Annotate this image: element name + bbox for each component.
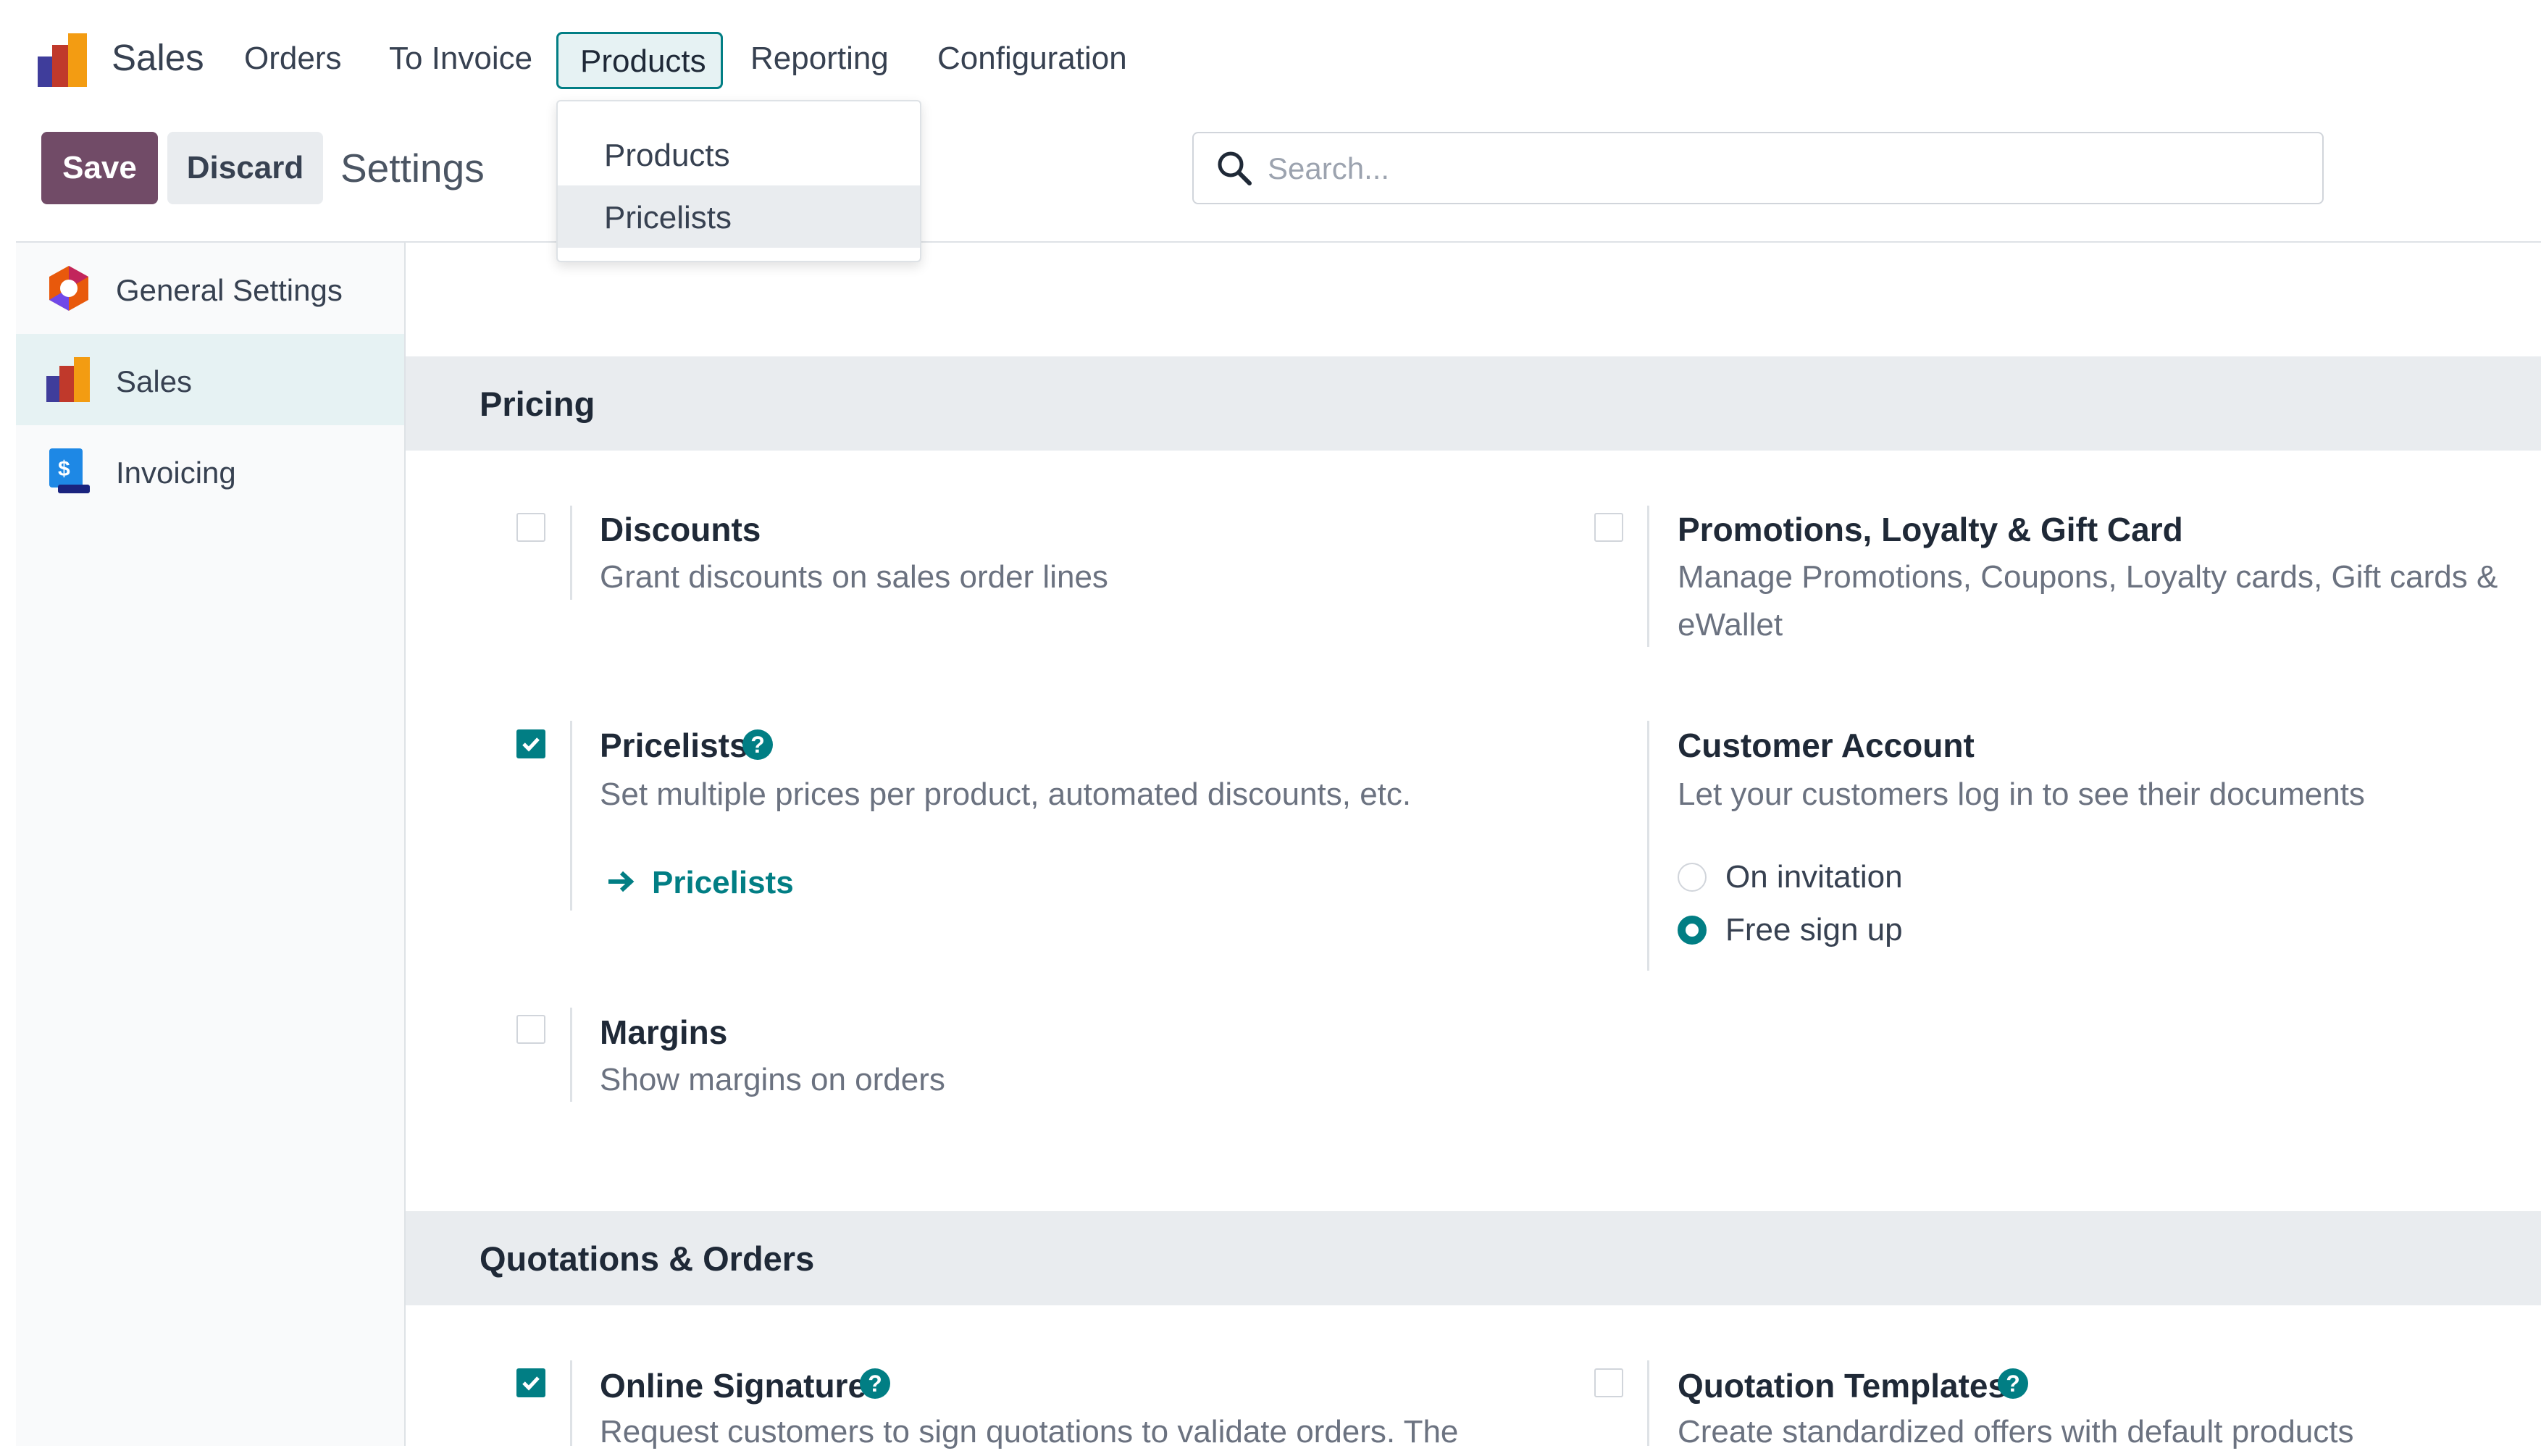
products-dropdown-menu: Products Pricelists bbox=[556, 100, 921, 262]
promotions-checkbox[interactable] bbox=[1594, 513, 1623, 542]
setting-divider bbox=[570, 1360, 572, 1446]
menu-item-products-label: Products bbox=[604, 138, 730, 173]
setting-divider bbox=[1647, 1360, 1649, 1446]
search-bar[interactable] bbox=[1192, 132, 2324, 204]
sales-app-logo[interactable] bbox=[36, 32, 93, 88]
setting-divider bbox=[1647, 721, 1649, 971]
menu-item-products[interactable]: Products bbox=[558, 123, 920, 185]
setting-divider bbox=[1647, 506, 1649, 647]
sidebar-item-label: Sales bbox=[116, 364, 193, 398]
setting-desc-pricelists: Set multiple prices per product, automat… bbox=[600, 777, 1412, 812]
radio-label-on-invitation: On invitation bbox=[1725, 859, 1903, 895]
margins-checkbox[interactable] bbox=[516, 1015, 545, 1044]
setting-desc-promotions-line1: Manage Promotions, Coupons, Loyalty card… bbox=[1678, 559, 2498, 595]
sales-app-icon bbox=[43, 354, 94, 405]
arrow-right-icon bbox=[606, 866, 636, 900]
setting-title-online-signature: Online Signature bbox=[600, 1367, 867, 1405]
sidebar-item-general-settings[interactable]: General Settings bbox=[16, 243, 404, 334]
radio-free-sign-up[interactable] bbox=[1678, 916, 1707, 945]
section-header-quotations-orders: Quotations & Orders bbox=[406, 1211, 2541, 1305]
sidebar-item-label: Invoicing bbox=[116, 456, 236, 490]
search-input[interactable] bbox=[1266, 146, 2283, 191]
nav-to-invoice[interactable]: To Invoice bbox=[389, 41, 532, 77]
page-title: Settings bbox=[340, 146, 485, 191]
nav-products-label: Products bbox=[580, 43, 706, 79]
invoicing-app-icon: $ bbox=[43, 445, 94, 496]
setting-desc-margins: Show margins on orders bbox=[600, 1062, 945, 1097]
help-icon[interactable]: ? bbox=[1998, 1368, 2028, 1399]
svg-text:$: $ bbox=[58, 457, 70, 481]
setting-divider bbox=[570, 1008, 572, 1102]
sidebar-item-sales[interactable]: Sales bbox=[16, 334, 404, 425]
setting-divider bbox=[570, 721, 572, 911]
section-header-pricing: Pricing bbox=[406, 356, 2541, 451]
settings-sidebar: General Settings Sales $ Invoicing bbox=[16, 243, 406, 1446]
quotation-templates-checkbox[interactable] bbox=[1594, 1368, 1623, 1397]
pricelists-checkbox[interactable] bbox=[516, 729, 545, 758]
sidebar-item-label: General Settings bbox=[116, 273, 343, 307]
setting-title-promotions: Promotions, Loyalty & Gift Card bbox=[1678, 511, 2183, 548]
setting-desc-quotation-templates: Create standardized offers with default … bbox=[1678, 1414, 2354, 1449]
section-title: Pricing bbox=[480, 385, 595, 423]
nav-products[interactable]: Products bbox=[556, 32, 723, 89]
setting-title-pricelists: Pricelists bbox=[600, 727, 748, 764]
help-icon[interactable]: ? bbox=[742, 729, 773, 760]
online-signature-checkbox[interactable] bbox=[516, 1368, 545, 1397]
sidebar-item-invoicing[interactable]: $ Invoicing bbox=[16, 425, 404, 516]
general-settings-icon bbox=[43, 263, 94, 314]
app-name[interactable]: Sales bbox=[112, 36, 204, 79]
setting-title-quotation-templates: Quotation Templates bbox=[1678, 1367, 2007, 1405]
setting-divider bbox=[570, 506, 572, 600]
nav-configuration[interactable]: Configuration bbox=[937, 41, 1127, 77]
menu-item-pricelists-label: Pricelists bbox=[604, 200, 732, 235]
menu-item-pricelists[interactable]: Pricelists bbox=[558, 185, 920, 248]
setting-title-discounts: Discounts bbox=[600, 511, 761, 548]
nav-orders[interactable]: Orders bbox=[244, 41, 341, 77]
setting-desc-discounts: Grant discounts on sales order lines bbox=[600, 559, 1108, 595]
setting-desc-online-signature: Request customers to sign quotations to … bbox=[600, 1414, 1459, 1449]
nav-reporting[interactable]: Reporting bbox=[750, 41, 889, 77]
discounts-checkbox[interactable] bbox=[516, 513, 545, 542]
section-title: Quotations & Orders bbox=[480, 1239, 815, 1278]
radio-label-free-sign-up: Free sign up bbox=[1725, 912, 1903, 947]
setting-desc-promotions-line2: eWallet bbox=[1678, 607, 1783, 643]
search-icon bbox=[1215, 149, 1253, 191]
pricelists-link[interactable]: Pricelists bbox=[652, 865, 794, 901]
save-button[interactable]: Save bbox=[41, 132, 158, 204]
discard-button[interactable]: Discard bbox=[167, 132, 323, 204]
help-icon[interactable]: ? bbox=[860, 1368, 890, 1399]
check-icon bbox=[522, 1376, 540, 1391]
setting-desc-customer-account: Let your customers log in to see their d… bbox=[1678, 777, 2365, 812]
setting-title-customer-account: Customer Account bbox=[1678, 727, 1975, 764]
check-icon bbox=[522, 737, 540, 752]
radio-on-invitation[interactable] bbox=[1678, 863, 1707, 892]
setting-title-margins: Margins bbox=[600, 1013, 728, 1051]
